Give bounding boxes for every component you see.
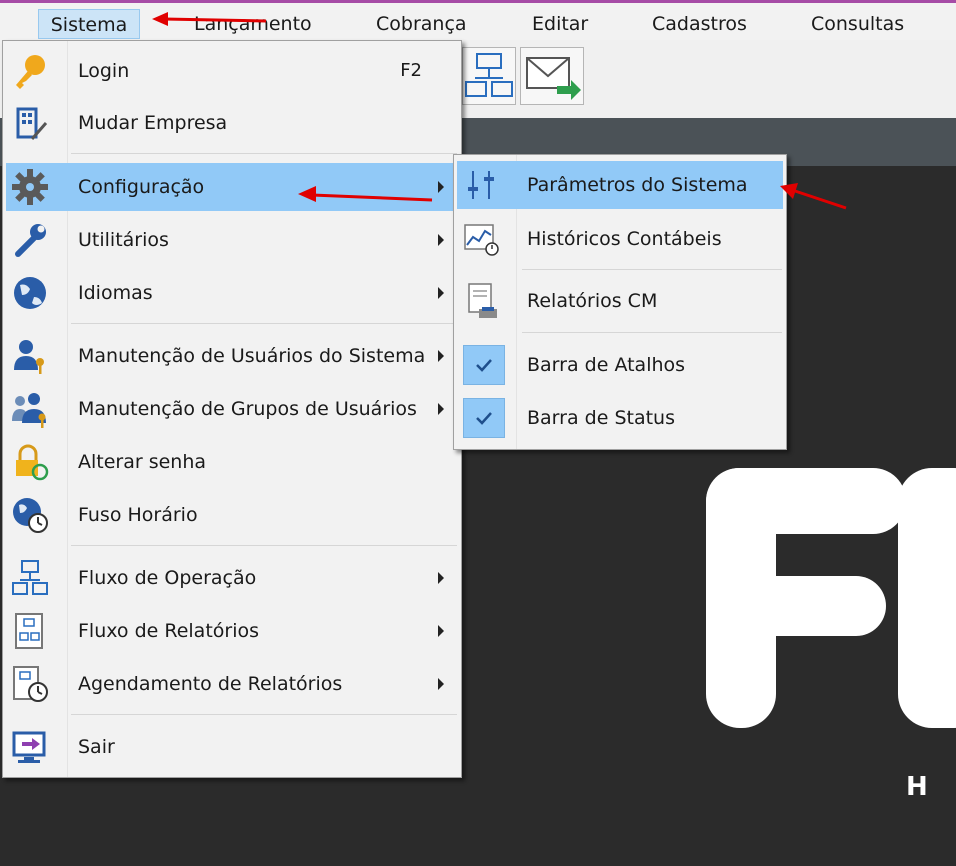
chart-clock-icon: [464, 224, 499, 256]
key-icon: [16, 55, 45, 89]
report-flow-icon: [15, 613, 43, 649]
document-printer-icon: [468, 283, 497, 318]
menu-item-idiomas[interactable]: Idiomas: [6, 269, 458, 317]
menu-item-manutencao-grupos[interactable]: Manutenção de Grupos de Usuários: [6, 385, 458, 433]
submenu-arrow-icon: [438, 625, 444, 637]
menu-item-login[interactable]: Login F2: [6, 47, 458, 95]
submenu-arrow-icon: [438, 287, 444, 299]
checkmark-icon: [463, 345, 505, 385]
logo-letter-f-mid: [706, 576, 886, 636]
menu-cobranca[interactable]: Cobrança: [368, 9, 475, 39]
menu-item-agendamento-relatorios[interactable]: Agendamento de Relatórios: [6, 660, 458, 708]
menu-cadastros[interactable]: Cadastros: [644, 9, 755, 39]
submenu-item-relatorios-cm[interactable]: Relatórios CM: [457, 277, 783, 325]
submenu-arrow-icon: [438, 234, 444, 246]
submenu-arrow-icon: [438, 678, 444, 690]
menu-item-alterar-senha[interactable]: Alterar senha: [6, 438, 458, 486]
user-key-icon: [14, 340, 44, 374]
menu-item-sair[interactable]: Sair: [6, 723, 458, 771]
globe-icon: [14, 277, 46, 309]
menu-item-fluxo-relatorios[interactable]: Fluxo de Relatórios: [6, 607, 458, 655]
gear-icon: [12, 169, 48, 205]
globe-clock-icon: [13, 498, 48, 533]
menu-item-mudar-empresa[interactable]: Mudar Empresa: [6, 99, 458, 147]
submenu-arrow-icon: [438, 572, 444, 584]
logo-subtitle-letter: H: [906, 772, 928, 802]
submenu-arrow-icon: [438, 181, 444, 193]
lock-refresh-icon: [16, 444, 49, 481]
wrench-icon: [15, 224, 46, 257]
flowchart-icon: [12, 560, 48, 595]
menu-consultas[interactable]: Consultas: [803, 9, 912, 39]
menu-lancamento[interactable]: Lançamento: [186, 9, 320, 39]
menu-bar: Sistema Lançamento Cobrança Editar Cadas…: [0, 0, 956, 40]
building-pencil-icon: [16, 107, 48, 140]
menu-item-configuracao[interactable]: Configuração: [6, 163, 458, 211]
menu-item-manutencao-usuarios[interactable]: Manutenção de Usuários do Sistema: [6, 332, 458, 380]
submenu-item-historicos[interactable]: Históricos Contábeis: [457, 215, 783, 263]
report-clock-icon: [13, 666, 48, 702]
sistema-menu: Login F2 Mudar Empresa Configuração Util…: [2, 40, 462, 778]
checkmark-icon: [463, 398, 505, 438]
submenu-item-barra-status[interactable]: Barra de Status: [457, 394, 783, 442]
menu-item-fluxo-operacao[interactable]: Fluxo de Operação: [6, 554, 458, 602]
logo-letter-l: [898, 468, 956, 728]
flowchart-icon: [465, 53, 513, 97]
users-key-icon: [12, 393, 46, 428]
menu-sistema[interactable]: Sistema: [38, 9, 140, 39]
menu-item-fuso-horario[interactable]: Fuso Horário: [6, 491, 458, 539]
menu-item-utilitarios[interactable]: Utilitários: [6, 216, 458, 264]
logo-letter-f-top: [706, 468, 906, 534]
submenu-arrow-icon: [438, 350, 444, 362]
toolbar-flowchart-button[interactable]: [462, 47, 516, 105]
submenu-arrow-icon: [438, 403, 444, 415]
submenu-item-parametros[interactable]: Parâmetros do Sistema: [457, 161, 783, 209]
toolbar-mail-button[interactable]: [520, 47, 584, 105]
menu-editar[interactable]: Editar: [524, 9, 596, 39]
exit-monitor-icon: [12, 731, 46, 763]
envelope-arrow-icon: [526, 57, 581, 100]
configuracao-submenu: Parâmetros do Sistema Históricos Contábe…: [453, 154, 787, 450]
sliders-icon: [468, 171, 494, 199]
submenu-item-barra-atalhos[interactable]: Barra de Atalhos: [457, 341, 783, 389]
